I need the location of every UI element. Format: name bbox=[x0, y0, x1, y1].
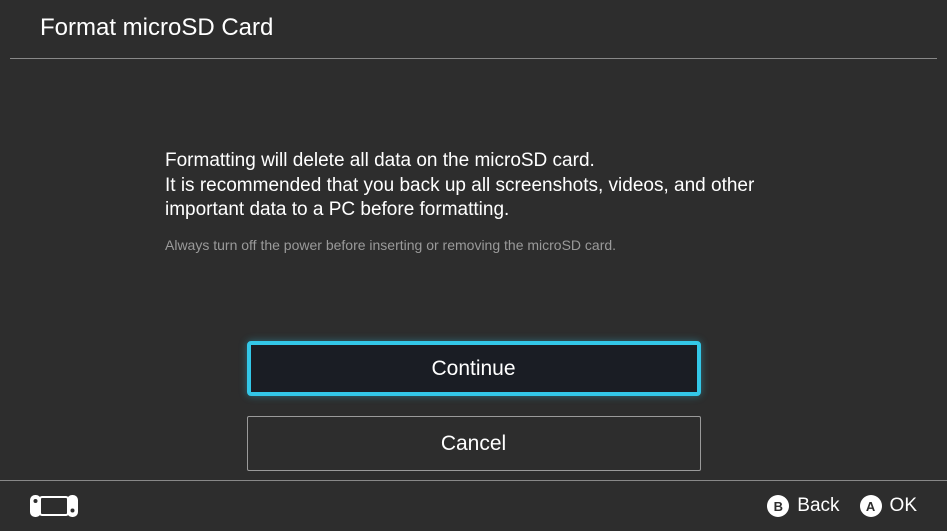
page-title: Format microSD Card bbox=[40, 14, 947, 42]
button-container: Continue Cancel bbox=[165, 341, 782, 471]
footer-right: B Back A OK bbox=[767, 495, 917, 517]
ok-label: OK bbox=[890, 495, 917, 517]
header: Format microSD Card bbox=[0, 0, 947, 58]
footer-left bbox=[30, 495, 78, 517]
warning-line-2: It is recommended that you back up all s… bbox=[165, 175, 754, 221]
warning-line-1: Formatting will delete all data on the m… bbox=[165, 150, 595, 171]
cancel-button[interactable]: Cancel bbox=[247, 416, 701, 471]
controller-icon bbox=[30, 495, 78, 517]
a-button-icon: A bbox=[860, 495, 882, 517]
ok-hint[interactable]: A OK bbox=[860, 495, 917, 517]
b-button-icon: B bbox=[767, 495, 789, 517]
footer-bar: B Back A OK bbox=[0, 480, 947, 531]
back-label: Back bbox=[797, 495, 839, 517]
back-hint[interactable]: B Back bbox=[767, 495, 839, 517]
hint-message: Always turn off the power before inserti… bbox=[165, 237, 782, 253]
continue-button[interactable]: Continue bbox=[247, 341, 701, 396]
warning-message: Formatting will delete all data on the m… bbox=[165, 149, 782, 223]
content-area: Formatting will delete all data on the m… bbox=[0, 59, 947, 471]
